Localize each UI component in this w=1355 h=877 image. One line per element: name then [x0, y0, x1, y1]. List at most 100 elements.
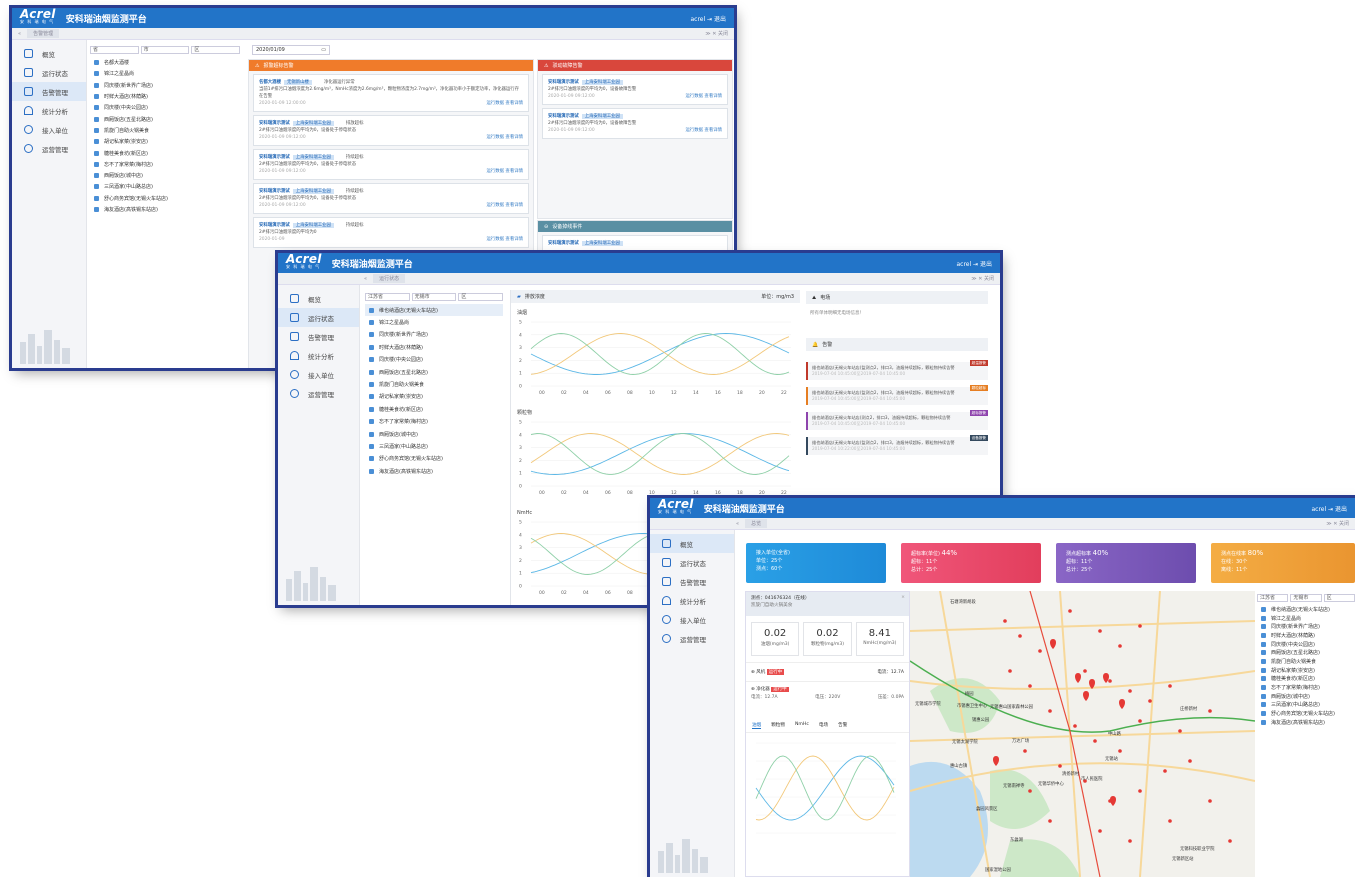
view-detail-link[interactable]: 查看详情: [704, 128, 722, 133]
tree-node[interactable]: 舒心商务宾馆(无锡火车站店): [1257, 709, 1355, 718]
tree-node[interactable]: 西厢饭店(五星北路店): [365, 366, 503, 378]
summary-card-point-exceed[interactable]: 测点超标率 40% 超标：11个 总计：25个: [1056, 543, 1196, 583]
tree-node[interactable]: 维也纳酒店(无锡火车站店): [1257, 605, 1355, 614]
tree-node[interactable]: 舒心商务宾馆(无锡火车站店): [90, 193, 240, 204]
alarm-card[interactable]: 安科瑞演示测试 上海安科瑞工业园 持续超标 2#排污口油烟浓度的平均为0 2020-01…: [253, 217, 529, 248]
offline-card[interactable]: 安科瑞演示测试 上海安科瑞工业园: [542, 235, 728, 252]
alarm-item[interactable]: 超标报警 维也纳酒店(无锡火车站店)测点2，排口3，油烟持续超标，颗粒物持续告警 2…: [806, 410, 988, 430]
unit-marker[interactable]: [1083, 669, 1087, 673]
unit-marker[interactable]: [1023, 749, 1027, 753]
tab-prev-icon[interactable]: «: [18, 31, 21, 37]
tree-node[interactable]: 同庆楼(中央公园店): [365, 354, 503, 366]
city-map[interactable]: 石塘湾新胡段 无锡城市学院 市锡惠卫生中心 无锡太湖学院 锡惠公园 无锡惠山国家森林公园中…: [910, 591, 1255, 877]
tree-node[interactable]: 时鲜大酒店(林荫路): [90, 91, 240, 102]
tree-node[interactable]: 糖桂美食坊(新区店): [365, 403, 503, 415]
tree-node[interactable]: 同庆楼(新世界广场店): [365, 329, 503, 341]
city-select[interactable]: 市: [140, 46, 190, 54]
tree-node[interactable]: 名都大酒楼: [90, 57, 240, 68]
tree-node[interactable]: 凯旋门自助火锅美食: [365, 378, 503, 390]
view-detail-link[interactable]: 查看详情: [505, 203, 523, 208]
tree-node[interactable]: 同庆楼(新世界广场店): [90, 80, 240, 91]
unit-marker[interactable]: [1068, 609, 1072, 613]
tab-close-all[interactable]: ≫ ✕ 关闭: [971, 275, 994, 282]
tree-node[interactable]: 同庆楼(中央公园店): [90, 102, 240, 113]
alarm-card[interactable]: 安科瑞演示测试 上海安科瑞工业园 2#排污口油烟浓度的平均为0，设备故障告警 2020…: [542, 108, 728, 139]
run-data-link[interactable]: 运行数据: [486, 169, 504, 174]
unit-marker[interactable]: [1138, 789, 1142, 793]
unit-marker[interactable]: [1038, 649, 1042, 653]
view-detail-link[interactable]: 查看详情: [704, 94, 722, 99]
sidebar-item-operations[interactable]: 运营管理: [278, 384, 359, 403]
sidebar-item-units[interactable]: 接入单位: [12, 120, 86, 139]
tree-node[interactable]: 海友酒店(高铁锡东站店): [1257, 718, 1355, 727]
alarm-card[interactable]: 安科瑞演示测试 上海安科瑞工业园 持续超标 2#排污口油烟浓度的平均为0，设备处于停电…: [253, 183, 529, 214]
tree-node[interactable]: 西厢饭店(城中店): [90, 170, 240, 181]
view-detail-link[interactable]: 查看详情: [505, 101, 523, 106]
tree-node[interactable]: 糖桂美食坊(新区店): [90, 147, 240, 158]
province-select[interactable]: 江苏省: [1257, 594, 1289, 602]
unit-marker[interactable]: [1138, 719, 1142, 723]
summary-card-unit-exceed[interactable]: 超标率(单位) 44% 超标：11个 总计：25个: [901, 543, 1041, 583]
summary-card-online-rate[interactable]: 测点在线率 80% 在线：30个 离线：11个: [1211, 543, 1355, 583]
tree-node[interactable]: 西厢饭店(五星北路店): [90, 113, 240, 124]
sidebar-item-stats[interactable]: 统计分析: [12, 101, 86, 120]
unit-marker[interactable]: [1208, 709, 1212, 713]
user-menu[interactable]: acrel ⇥ 退出: [690, 14, 726, 23]
user-menu[interactable]: acrel ⇥ 退出: [1311, 504, 1347, 513]
tree-node[interactable]: 三凤酒家(中山路总店): [90, 181, 240, 192]
unit-marker[interactable]: [1018, 634, 1022, 638]
unit-marker[interactable]: [1048, 819, 1052, 823]
unit-marker[interactable]: [1058, 764, 1062, 768]
tab-alarm-management[interactable]: 告警管理: [27, 29, 60, 38]
tree-node[interactable]: 胡记私家菜(崇安店): [90, 136, 240, 147]
tree-node[interactable]: 凯旋门自助火锅美食: [90, 125, 240, 136]
alarm-card[interactable]: 安科瑞演示测试 上海安科瑞工业园 2#排污口油烟浓度的平均为0，设备故障告警 2020…: [542, 74, 728, 105]
tab-electric[interactable]: 电场: [819, 722, 828, 729]
view-detail-link[interactable]: 查看详情: [505, 135, 523, 140]
sidebar-item-operations[interactable]: 运营管理: [12, 139, 86, 158]
tree-node[interactable]: 三凤酒家(中山路总店): [1257, 701, 1355, 710]
run-data-link[interactable]: 运行数据: [486, 203, 504, 208]
unit-marker[interactable]: [1168, 684, 1172, 688]
alarm-item[interactable]: 超温报警 维也纳酒店(无锡火车站店)监测点2，排口3，油烟持续超标，颗粒物持续告警…: [806, 360, 988, 380]
unit-marker[interactable]: [1128, 839, 1132, 843]
city-select[interactable]: 无锡市: [411, 293, 457, 301]
tree-node[interactable]: 锦江之星晶尚: [1257, 614, 1355, 623]
tree-node[interactable]: 三凤酒家(中山路总店): [365, 440, 503, 452]
date-picker[interactable]: 2020/01/09 ▭: [252, 45, 330, 55]
alarm-item[interactable]: 设备报警 维也纳酒店(无锡火车站店)监测点2，排口3，油烟持续超标，颗粒物持续告警…: [806, 435, 988, 455]
unit-marker[interactable]: [1228, 839, 1232, 843]
view-detail-link[interactable]: 查看详情: [505, 237, 523, 242]
user-menu[interactable]: acrel ⇥ 退出: [956, 259, 992, 268]
tree-node[interactable]: 忘不了家常菜(梅村店): [1257, 683, 1355, 692]
run-data-link[interactable]: 运行数据: [486, 135, 504, 140]
tree-node[interactable]: 海友酒店(高铁锡东站店): [365, 465, 503, 477]
tree-node[interactable]: 糖桂美食坊(新区店): [1257, 675, 1355, 684]
unit-marker[interactable]: [1028, 684, 1032, 688]
city-select[interactable]: 无锡市: [1290, 594, 1322, 602]
tree-node[interactable]: 同庆楼(中央公园店): [1257, 640, 1355, 649]
sidebar-item-overview[interactable]: 概览: [12, 44, 86, 63]
sidebar-item-units[interactable]: 接入单位: [650, 610, 734, 629]
alarm-card[interactable]: 安科瑞演示测试 上海安科瑞工业园 排放超标 2#排污口油烟浓度的平均为0，设备处于停电…: [253, 115, 529, 146]
tab-overview[interactable]: 总览: [745, 519, 768, 528]
close-icon[interactable]: ×: [901, 594, 905, 601]
unit-marker[interactable]: [1008, 669, 1012, 673]
unit-marker[interactable]: [1028, 789, 1032, 793]
tree-node[interactable]: 舒心商务宾馆(无锡火车站店): [365, 453, 503, 465]
unit-marker[interactable]: [1073, 724, 1077, 728]
sidebar-item-alarm[interactable]: 告警管理: [650, 572, 734, 591]
alarm-card[interactable]: 安科瑞演示测试 上海安科瑞工业园 持续超标 2#排污口油烟浓度的平均为0，设备处于停电…: [253, 149, 529, 180]
sidebar-item-alarm[interactable]: 告警管理: [12, 82, 86, 101]
province-select[interactable]: 省: [90, 46, 139, 54]
province-select[interactable]: 江苏省: [365, 293, 410, 301]
summary-card-units[interactable]: 接入单位(全省) 单位：25个 测点：60个: [746, 543, 886, 583]
tab-close-all[interactable]: ≫ ✕ 关闭: [705, 30, 728, 37]
run-data-link[interactable]: 运行数据: [486, 237, 504, 242]
tab-oil[interactable]: 油烟: [752, 722, 762, 729]
tab-nmhc[interactable]: NmHc: [795, 722, 809, 729]
unit-marker[interactable]: [1118, 749, 1122, 753]
unit-marker[interactable]: [1188, 759, 1192, 763]
sidebar-item-status[interactable]: 运行状态: [650, 553, 734, 572]
sidebar-item-stats[interactable]: 统计分析: [650, 591, 734, 610]
